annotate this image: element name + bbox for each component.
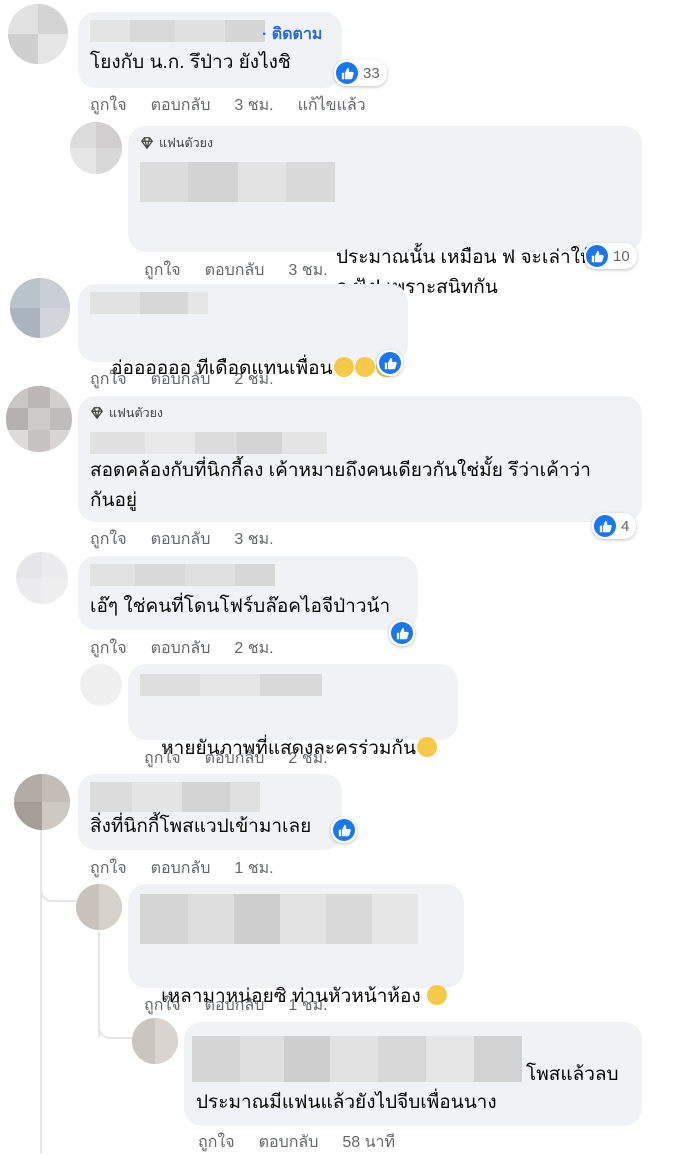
avatar[interactable] bbox=[6, 386, 72, 452]
comment-actions: ถูกใจ ตอบกลับ 58 นาที bbox=[198, 1130, 395, 1155]
reply-button[interactable]: ตอบกลับ bbox=[205, 746, 265, 771]
comment-bubble: แฟนตัวยง ประมาณนั้น เหมือน ฟ จะเล่าให้ น… bbox=[128, 126, 642, 298]
top-fan-badge: แฟนตัวยง bbox=[90, 404, 630, 422]
like-button[interactable]: ถูกใจ bbox=[90, 527, 127, 552]
like-reaction-icon bbox=[391, 622, 413, 644]
follow-link[interactable]: · ติดตาม bbox=[262, 22, 322, 47]
reply-button[interactable]: ตอบกลับ bbox=[151, 93, 211, 118]
comment-time[interactable]: 2 ชม. bbox=[288, 746, 327, 771]
avatar[interactable] bbox=[16, 552, 68, 604]
comment-actions: ถูกใจ ตอบกลับ 2 ชม. bbox=[90, 636, 274, 661]
comment-actions: ถูกใจ ตอบกลับ 2 ชม. bbox=[144, 746, 328, 771]
squint-tongue-emoji-icon bbox=[354, 356, 375, 377]
comment-bubble: เอ๊ๆ ใช่คนที่โดนโฟร์บล๊อคไอจีป่าวน้า bbox=[78, 556, 418, 630]
reply-button[interactable]: ตอบกลับ bbox=[151, 856, 211, 881]
like-button[interactable]: ถูกใจ bbox=[144, 993, 181, 1018]
comment-time[interactable]: 3 ชม. bbox=[234, 93, 273, 118]
reaction-count[interactable]: 33 bbox=[334, 60, 387, 86]
reaction-count[interactable] bbox=[389, 620, 415, 646]
like-button[interactable]: ถูกใจ bbox=[90, 367, 127, 392]
author-name-redacted[interactable] bbox=[140, 674, 446, 696]
edited-label: แก้ไขแล้ว bbox=[297, 97, 366, 114]
top-fan-badge: แฟนตัวยง bbox=[140, 134, 630, 152]
reaction-number: 33 bbox=[363, 64, 380, 82]
comment-actions: ถูกใจ ตอบกลับ 1 ชม. bbox=[144, 993, 328, 1018]
comment-bubble: อ่ออออออ ทีเดือดแทนเพื่อน bbox=[78, 284, 408, 379]
comment-time[interactable]: 2 ชม. bbox=[234, 636, 273, 661]
like-reaction-icon bbox=[379, 352, 401, 374]
author-name-redacted[interactable] bbox=[90, 782, 330, 812]
author-name-redacted[interactable] bbox=[90, 564, 406, 586]
avatar[interactable] bbox=[132, 1018, 178, 1064]
avatar[interactable] bbox=[10, 278, 70, 338]
reaction-count[interactable] bbox=[331, 817, 357, 843]
reaction-count[interactable]: 4 bbox=[592, 513, 637, 539]
comment-actions: ถูกใจ ตอบกลับ 2 ชม. bbox=[90, 367, 274, 392]
comment-actions: ถูกใจ ตอบกลับ 1 ชม. bbox=[90, 856, 274, 881]
comment-actions: ถูกใจ ตอบกลับ 3 ชม. แก้ไขแล้ว bbox=[90, 93, 366, 118]
reaction-count[interactable]: 10 bbox=[584, 243, 637, 269]
avatar[interactable] bbox=[70, 122, 122, 174]
author-name-redacted[interactable] bbox=[192, 1036, 522, 1082]
tongue-emoji-icon bbox=[333, 356, 354, 377]
reply-button[interactable]: ตอบกลับ bbox=[205, 993, 265, 1018]
comment-text: โพสแล้วลบ bbox=[526, 1064, 619, 1085]
reply-button[interactable]: ตอบกลับ bbox=[151, 636, 211, 661]
thread-hook bbox=[98, 1010, 132, 1039]
comment-text: สิ่งที่นิกกี้โพสแวปเข้ามาเลย bbox=[90, 816, 312, 837]
like-button[interactable]: ถูกใจ bbox=[144, 746, 181, 771]
like-button[interactable]: ถูกใจ bbox=[90, 93, 127, 118]
comment-actions: ถูกใจ ตอบกลับ 3 ชม. bbox=[144, 258, 328, 283]
comment-text: ประมาณมีแฟนแล้วยังไปจีบเพื่อนนาง bbox=[196, 1092, 497, 1113]
avatar[interactable] bbox=[8, 4, 68, 64]
like-reaction-icon bbox=[594, 515, 616, 537]
comment-time[interactable]: 2 ชม. bbox=[234, 367, 273, 392]
author-name-redacted[interactable] bbox=[90, 292, 396, 314]
diamond-icon bbox=[140, 137, 154, 150]
thread-hook bbox=[40, 870, 76, 902]
reply-button[interactable]: ตอบกลับ bbox=[205, 258, 265, 283]
avatar[interactable] bbox=[80, 664, 122, 706]
comment-time[interactable]: 1 ชม. bbox=[288, 993, 327, 1018]
thinking-emoji-icon bbox=[416, 736, 437, 757]
comment-bubble: สิ่งที่นิกกี้โพสแวปเข้ามาเลย bbox=[78, 774, 342, 850]
avatar[interactable] bbox=[76, 884, 122, 930]
comment-actions: ถูกใจ ตอบกลับ 3 ชม. bbox=[90, 527, 274, 552]
comment-bubble: หายยันภาพที่แสดงละครร่วมกัน bbox=[128, 664, 458, 759]
comment-bubble: แฟนตัวยง สอดคล้องกับที่นิกกี้ลง เค้าหมาย… bbox=[78, 396, 642, 522]
comment-bubble: เหลามาหน่อยซิ ท่านหัวหน้าห้อง bbox=[128, 884, 464, 1007]
author-name-redacted[interactable] bbox=[90, 432, 630, 454]
reaction-count[interactable] bbox=[377, 350, 403, 376]
reply-button[interactable]: ตอบกลับ bbox=[259, 1130, 319, 1155]
comment-time[interactable]: 1 ชม. bbox=[234, 856, 273, 881]
like-button[interactable]: ถูกใจ bbox=[144, 258, 181, 283]
like-reaction-icon bbox=[336, 62, 358, 84]
reaction-number: 10 bbox=[613, 247, 630, 265]
comment-time[interactable]: 3 ชม. bbox=[288, 258, 327, 283]
comment-text: โยงกับ น.ก. รึป่าว ยังไงชิ bbox=[90, 52, 291, 73]
comment-text: เอ๊ๆ ใช่คนที่โดนโฟร์บล๊อคไอจีป่าวน้า bbox=[90, 596, 391, 617]
avatar[interactable] bbox=[14, 774, 70, 830]
like-button[interactable]: ถูกใจ bbox=[90, 856, 127, 881]
like-button[interactable]: ถูกใจ bbox=[90, 636, 127, 661]
grin-emoji-icon bbox=[426, 984, 447, 1005]
author-name-redacted[interactable] bbox=[140, 894, 452, 944]
comment-time[interactable]: 3 ชม. bbox=[234, 527, 273, 552]
reaction-number: 4 bbox=[621, 517, 630, 535]
comment-bubble: โพสแล้วลบ ประมาณมีแฟนแล้วยังไปจีบเพื่อนน… bbox=[184, 1022, 642, 1126]
reply-button[interactable]: ตอบกลับ bbox=[151, 527, 211, 552]
comment-text: สอดคล้องกับที่นิกกี้ลง เค้าหมายถึงคนเดีย… bbox=[90, 460, 591, 511]
comment-time[interactable]: 58 นาที bbox=[342, 1130, 395, 1155]
like-reaction-icon bbox=[586, 245, 608, 267]
like-button[interactable]: ถูกใจ bbox=[198, 1130, 235, 1155]
comment-bubble: · ติดตาม โยงกับ น.ก. รึป่าว ยังไงชิ bbox=[78, 12, 342, 88]
like-reaction-icon bbox=[333, 819, 355, 841]
diamond-icon bbox=[90, 407, 104, 420]
author-name-redacted[interactable]: · ติดตาม bbox=[90, 20, 330, 43]
reply-button[interactable]: ตอบกลับ bbox=[151, 367, 211, 392]
